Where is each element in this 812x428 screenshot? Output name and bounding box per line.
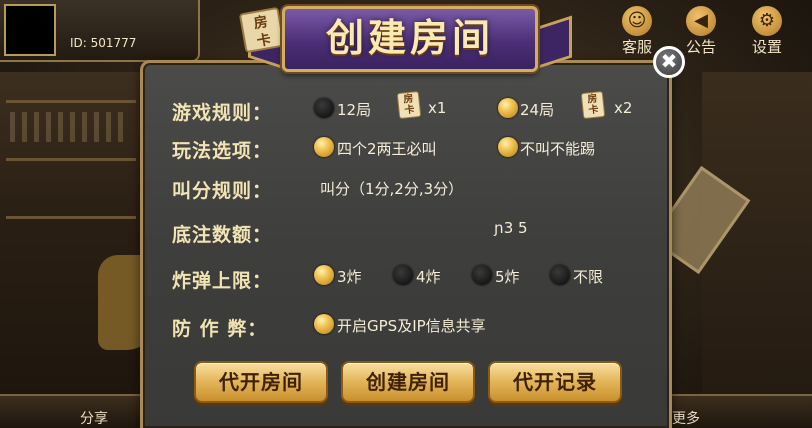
robot-icon: ☺ bbox=[622, 6, 652, 36]
dialog-title: 创建房间 bbox=[325, 16, 494, 60]
notice-label: 公告 bbox=[686, 38, 717, 56]
create-room-button[interactable]: 创建房间 bbox=[341, 361, 475, 403]
megaphone-icon: ◀ bbox=[686, 6, 716, 36]
rules-24-cost: x2 bbox=[614, 99, 633, 117]
share-button[interactable]: 分享 bbox=[80, 408, 108, 428]
gear-icon: ⚙ bbox=[752, 6, 782, 36]
rules-12-text[interactable]: 12局 bbox=[337, 99, 371, 120]
anti-cheat-text[interactable]: 开启GPS及IP信息共享 bbox=[337, 315, 486, 336]
play-option-text[interactable]: 不叫不能踢 bbox=[520, 138, 595, 159]
notice-button[interactable]: ◀ 公告 bbox=[686, 6, 716, 57]
rules-24-text[interactable]: 24局 bbox=[520, 99, 554, 120]
rules-label: 游戏规则： bbox=[172, 102, 273, 124]
bomb-limit-text[interactable]: 5炸 bbox=[495, 266, 520, 287]
anti-cheat-radio[interactable] bbox=[314, 314, 334, 334]
customer-service-label: 客服 bbox=[622, 38, 653, 56]
play-option-radio[interactable] bbox=[498, 137, 518, 157]
bomb-limit-radio[interactable] bbox=[472, 265, 492, 285]
room-card-icon: 房 卡 bbox=[396, 90, 422, 120]
room-card-icon: 房 卡 bbox=[238, 6, 286, 54]
bid-rules-value: 叫分（1分,2分,3分） bbox=[320, 180, 464, 198]
bomb-limit-text[interactable]: 3炸 bbox=[337, 266, 362, 287]
rules-12-radio[interactable] bbox=[314, 98, 334, 118]
close-button[interactable]: ✖ bbox=[653, 46, 685, 78]
avatar[interactable] bbox=[4, 4, 56, 56]
bomb-limit-radio[interactable] bbox=[550, 265, 570, 285]
user-panel: ID: 501777 bbox=[0, 0, 200, 62]
more-button[interactable]: 更多 bbox=[672, 408, 700, 428]
background-right bbox=[702, 72, 812, 428]
bomb-limit-radio[interactable] bbox=[314, 265, 334, 285]
room-card-char: 卡 bbox=[404, 104, 416, 117]
bomb-limit-radio[interactable] bbox=[393, 265, 413, 285]
bomb-limit-text[interactable]: 4炸 bbox=[416, 266, 441, 287]
settings-button[interactable]: ⚙ 设置 bbox=[752, 6, 782, 57]
base-bet-label: 底注数额： bbox=[172, 224, 273, 246]
proxy-records-button[interactable]: 代开记录 bbox=[488, 361, 622, 403]
bomb-limit-label: 炸弹上限： bbox=[172, 270, 273, 292]
play-option-text[interactable]: 四个2两王必叫 bbox=[337, 138, 437, 159]
proxy-open-room-button[interactable]: 代开房间 bbox=[194, 361, 328, 403]
background-shelf bbox=[0, 72, 150, 428]
room-card-char: 卡 bbox=[588, 104, 600, 117]
rules-12-cost: x1 bbox=[428, 99, 447, 117]
user-id: ID: 501777 bbox=[70, 36, 137, 50]
base-bet-value: ɲ3 5 bbox=[494, 219, 528, 237]
anti-cheat-label: 防 作 弊： bbox=[172, 318, 268, 340]
background-bottles bbox=[10, 112, 130, 142]
play-option-radio[interactable] bbox=[314, 137, 334, 157]
customer-service-button[interactable]: ☺ 客服 bbox=[622, 6, 652, 57]
rules-24-radio[interactable] bbox=[498, 98, 518, 118]
settings-label: 设置 bbox=[752, 38, 783, 56]
bid-rules-label: 叫分规则： bbox=[172, 180, 273, 202]
bomb-limit-text[interactable]: 不限 bbox=[573, 266, 603, 287]
play-options-label: 玩法选项： bbox=[172, 140, 273, 162]
room-card-icon: 房 卡 bbox=[580, 90, 606, 120]
